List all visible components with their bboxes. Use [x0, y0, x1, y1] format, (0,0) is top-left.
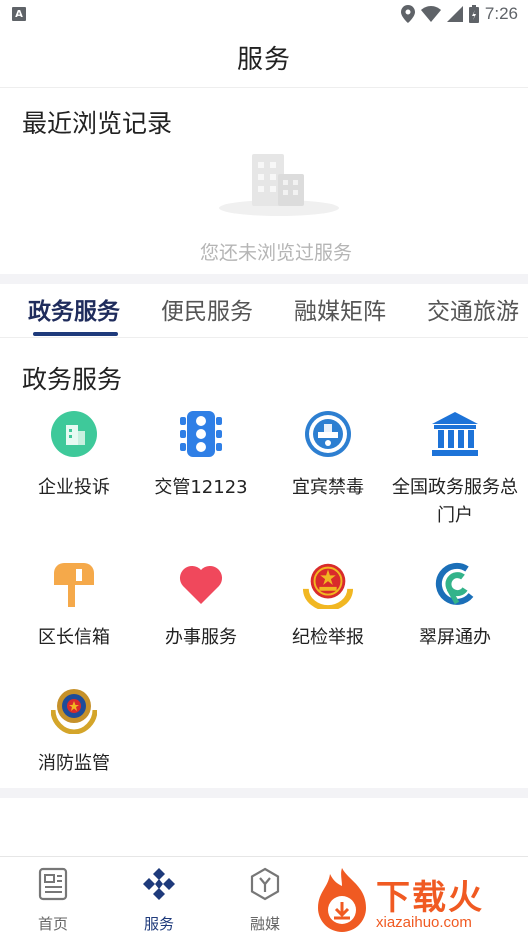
service-discipline-report[interactable]: 纪检举报: [262, 558, 394, 652]
service-yibin-anti-drug[interactable]: 宜宾禁毒: [262, 408, 394, 502]
diamond-grid-icon: [143, 868, 175, 900]
national-emblem-icon: [302, 558, 354, 610]
recent-section: 最近浏览记录 您还未浏览过服务: [0, 88, 528, 274]
service-label: 翠屏通办: [419, 627, 491, 648]
service-label: 全国政务服务总门户: [392, 477, 518, 526]
nav-label: 首页: [37, 915, 68, 933]
nav-label: 服务: [143, 915, 174, 933]
service-enterprise-complaint[interactable]: 企业投诉: [8, 408, 140, 502]
nav-home[interactable]: 首页: [0, 867, 106, 934]
heart-icon: [175, 558, 227, 610]
service-label: 纪检举报: [292, 627, 364, 648]
status-bar: A 7:26: [0, 0, 528, 28]
empty-state-text: 您还未浏览过服务: [199, 242, 352, 264]
bottom-divider: [0, 788, 528, 798]
watermark-url: xiazaihuo.com: [376, 914, 472, 931]
title-bar: 服务: [0, 28, 528, 88]
fire-emblem-icon: [48, 684, 100, 736]
cuiping-logo-icon: [429, 558, 481, 610]
section-title: 政务服务: [22, 365, 123, 394]
watermark-title: 下载火: [376, 878, 484, 918]
tab-traffic-travel[interactable]: 交通旅游: [427, 292, 519, 326]
service-cuiping-tongban[interactable]: 翠屏通办: [389, 558, 521, 652]
service-label: 交管12123: [154, 477, 248, 498]
notification-a-icon: A: [12, 7, 26, 21]
building-icon: [48, 408, 100, 460]
nav-services[interactable]: 服务: [106, 867, 212, 934]
battery-icon: [468, 5, 479, 23]
page-title: 服务: [236, 45, 291, 75]
watermark: 下载火 xiazaihuo.com: [312, 862, 528, 936]
service-label: 区长信箱: [38, 627, 110, 648]
wifi-icon: [420, 6, 441, 22]
government-building-icon: [429, 408, 481, 460]
service-label: 企业投诉: [38, 477, 110, 498]
traffic-light-icon: [175, 408, 227, 460]
tab-convenience-services[interactable]: 便民服务: [161, 292, 253, 326]
active-tab-indicator: [33, 332, 118, 336]
service-tabs: 政务服务 便民服务 融媒矩阵 交通旅游: [0, 284, 528, 338]
nav-label: 融媒: [249, 915, 280, 933]
hexagon-y-icon: [250, 867, 280, 901]
tab-media-matrix[interactable]: 融媒矩阵: [294, 292, 386, 326]
nav-media[interactable]: 融媒: [212, 867, 318, 934]
service-affairs[interactable]: 办事服务: [135, 558, 267, 652]
service-fire-supervision[interactable]: 消防监管: [8, 684, 140, 778]
newspaper-icon: [38, 867, 68, 901]
service-label: 宜宾禁毒: [292, 477, 364, 498]
signal-icon: [446, 6, 463, 22]
mailbox-icon: [48, 558, 100, 610]
service-label: 办事服务: [165, 627, 237, 648]
tab-government-services[interactable]: 政务服务: [28, 292, 120, 326]
status-time: 7:26: [484, 4, 518, 23]
service-traffic-12123[interactable]: 交管12123: [135, 408, 267, 502]
flame-logo-icon: [318, 868, 366, 932]
empty-buildings-illustration: [219, 154, 339, 216]
service-label: 消防监管: [38, 753, 110, 774]
anti-drug-emblem-icon: [302, 408, 354, 460]
service-national-gov-portal[interactable]: 全国政务服务总门户: [389, 408, 521, 530]
section-divider: [0, 274, 528, 284]
recent-title: 最近浏览记录: [22, 109, 173, 138]
location-icon: [400, 5, 415, 23]
service-district-mailbox[interactable]: 区长信箱: [8, 558, 140, 652]
status-icons: 7:26: [400, 4, 518, 24]
